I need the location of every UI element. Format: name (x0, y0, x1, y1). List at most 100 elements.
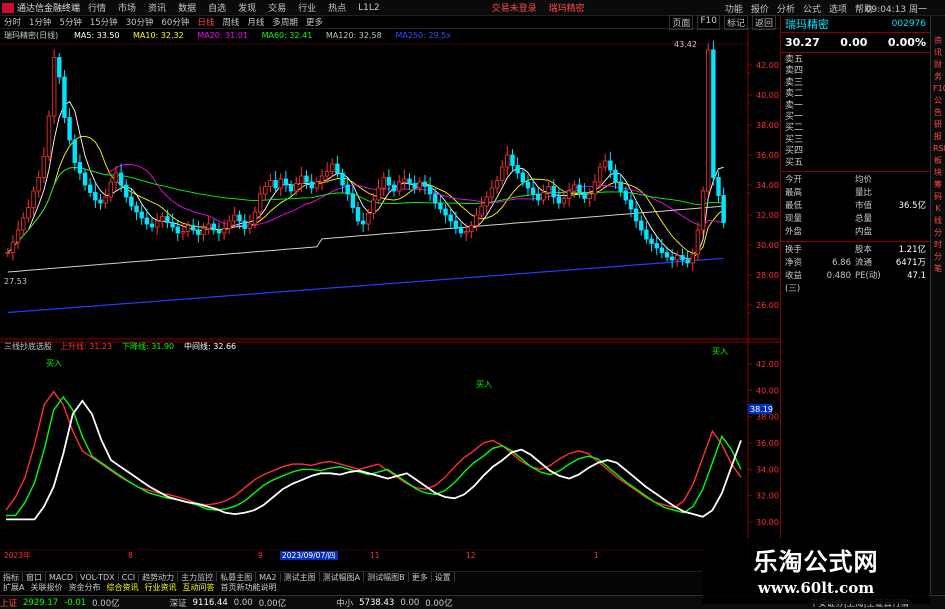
candle-body (628, 199, 634, 210)
period-5min[interactable]: 5分钟 (55, 16, 85, 28)
indicator-y-tick: 30.00 (756, 518, 779, 527)
period-15min[interactable]: 15分钟 (86, 16, 122, 28)
indicator-tab[interactable]: 主力监控 (178, 571, 218, 583)
period-weekly[interactable]: 周线 (218, 16, 243, 28)
period-monthly[interactable]: 月线 (243, 16, 268, 28)
period-1min[interactable]: 1分钟 (25, 16, 55, 28)
side-tab[interactable]: 务 (933, 72, 943, 81)
side-tab[interactable]: 公 (933, 96, 943, 105)
menu-item-zixuan[interactable]: 自选 (208, 1, 226, 14)
extension-tab[interactable]: 行业资讯 (141, 582, 179, 593)
candle-body (474, 214, 479, 226)
indicator-y-tick: 40.00 (756, 386, 779, 395)
f10-button[interactable]: F10 (697, 14, 720, 30)
candle-body (525, 181, 531, 189)
back-button[interactable]: 返回 (751, 14, 776, 30)
candle-body (51, 57, 57, 117)
page-button[interactable]: 页面 (669, 14, 694, 30)
side-tab[interactable]: 分 (933, 252, 943, 261)
menu-fenxi[interactable]: 分析 (777, 2, 795, 15)
candle-body (299, 175, 304, 184)
side-tab[interactable]: 讯 (933, 48, 943, 57)
candle-body (201, 228, 206, 235)
extension-tab[interactable]: 互动问答 (179, 582, 217, 593)
candle-body (572, 184, 577, 192)
ma120-line (7, 205, 724, 273)
index-zx-name[interactable]: 中小 (336, 597, 353, 609)
menu-item-shichang[interactable]: 市场 (118, 1, 136, 14)
menu-item-l1l2[interactable]: L1L2 (358, 3, 379, 13)
app-title: 通达信金融终端 (17, 4, 81, 14)
side-tab[interactable]: 笔 (933, 264, 943, 273)
index-sh-amount: 0.00亿 (92, 598, 120, 609)
indicator-tab[interactable]: 私募主图 (217, 571, 257, 583)
indicator-tab[interactable]: MACD (46, 572, 77, 582)
side-tab[interactable]: K (933, 204, 943, 213)
indicator-tab[interactable]: 测试幅图A (320, 571, 365, 583)
menu-item-jiaoyi[interactable]: 交易 (268, 1, 286, 14)
mark-button[interactable]: 标记 (723, 14, 748, 30)
quote-stat-l2: 股本 (855, 244, 873, 255)
candle-body (530, 187, 536, 195)
side-tab[interactable]: 研 (933, 120, 943, 129)
side-tab[interactable]: 筹 (933, 180, 943, 189)
period-60min[interactable]: 60分钟 (158, 16, 194, 28)
candle-body (716, 177, 721, 196)
period-fenshi[interactable]: 分时 (0, 16, 25, 28)
menu-baojia[interactable]: 报价 (751, 2, 769, 15)
side-tab[interactable]: 财 (933, 60, 943, 69)
menu-item-faxian[interactable]: 发现 (238, 1, 256, 14)
indicator-tab[interactable]: 更多 (409, 571, 432, 583)
quote-stat-l2: 量比 (855, 187, 873, 198)
indicator-tab[interactable]: 测试幅图B (364, 571, 409, 583)
indicator-tab[interactable]: 窗口 (23, 571, 46, 583)
candle-body (330, 163, 335, 172)
indicator-tab[interactable]: 设置 (432, 571, 455, 583)
side-tab[interactable]: 块 (933, 168, 943, 177)
kline-chart[interactable]: 42.00 40.00 38.00 36.00 34.00 32.00 30.00 28.00… (0, 29, 780, 340)
side-tab[interactable]: 告 (933, 108, 943, 117)
period-multi[interactable]: 多周期 (268, 16, 302, 28)
indicator-tab[interactable]: MA2 (256, 572, 281, 582)
extension-tab[interactable]: 资金分布 (65, 582, 103, 593)
indicator-tab[interactable]: 测试主图 (281, 571, 320, 583)
menu-item-hangye[interactable]: 行业 (298, 1, 316, 14)
ma-legend-item: MA60: 32.41 (262, 31, 313, 40)
index-sh-name[interactable]: 上证 (0, 597, 17, 609)
menu-gongshi[interactable]: 公式 (803, 2, 821, 15)
indicator-chart[interactable]: 42.00 40.00 38.00 36.00 34.00 32.00 30.00 三线抄底… (0, 340, 780, 560)
extension-tab[interactable]: 关联报价 (27, 582, 65, 593)
menu-item-shuju[interactable]: 数据 (178, 1, 196, 14)
side-tab[interactable]: 资 (933, 36, 943, 45)
menu-xuanxiang[interactable]: 选项 (829, 2, 847, 15)
side-tab[interactable]: F10 (933, 84, 945, 93)
menu-gongneng[interactable]: 功能 (725, 2, 743, 15)
indicator-tab[interactable]: CCI (119, 572, 140, 582)
index-sz-change: 0.00 (233, 597, 253, 608)
trade-login-status[interactable]: 交易未登录 (492, 1, 537, 14)
indicator-tab[interactable]: VOL-TDX (77, 572, 119, 582)
side-tab[interactable]: 报 (933, 132, 943, 141)
period-daily[interactable]: 日线 (193, 16, 218, 28)
menu-item-redian[interactable]: 热点 (328, 1, 346, 14)
side-tab[interactable]: 线 (933, 216, 943, 225)
watermark-url: www.60lt.com (757, 579, 875, 597)
index-sz-name[interactable]: 深证 (170, 597, 187, 609)
period-30min[interactable]: 30分钟 (122, 16, 158, 28)
side-tab[interactable]: 时 (933, 240, 943, 249)
candle-body (659, 247, 665, 253)
menu-item-zixun[interactable]: 资讯 (148, 1, 166, 14)
side-tab[interactable]: RSI (933, 144, 945, 153)
side-tab[interactable]: 分 (933, 228, 943, 237)
side-tab[interactable]: 板 (933, 156, 943, 165)
menu-item-hangqing[interactable]: 行情 (88, 1, 106, 14)
indicator-tab[interactable]: 趋势动力 (139, 571, 179, 583)
indicator-tab[interactable]: 指标 (0, 571, 23, 583)
candle-body (484, 196, 489, 207)
extension-tab[interactable]: 综合资讯 (103, 582, 141, 593)
candle-body (180, 231, 186, 234)
side-tab[interactable]: 码 (933, 192, 943, 201)
extension-tab[interactable]: 扩展A (0, 582, 27, 593)
period-more[interactable]: 更多 (302, 16, 327, 28)
extension-tab[interactable]: 首页新功能说明 (217, 582, 279, 593)
